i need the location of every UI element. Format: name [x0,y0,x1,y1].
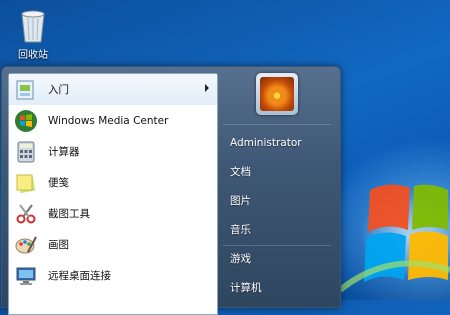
program-remote-desktop[interactable]: 远程桌面连接 [9,260,217,291]
recycle-bin[interactable]: 回收站 [10,8,56,61]
calculator-icon [13,139,39,165]
games-link[interactable]: 游戏 [230,247,340,276]
windows-flag-wallpaper [338,184,450,293]
media-center-icon [13,108,39,134]
user-name-link[interactable]: Administrator [230,131,340,160]
music-link[interactable]: 音乐 [230,218,340,247]
program-sticky-notes[interactable]: 便笺 [9,167,217,198]
program-label: 截图工具 [48,208,90,220]
program-getting-started[interactable]: 入门 [9,74,217,105]
program-label: 画图 [48,239,69,251]
program-calculator[interactable]: 计算器 [9,136,217,167]
start-menu: 入门 Windows Media Center 计算器 便笺 截图工具 画图 远… [1,66,341,315]
program-paint[interactable]: 画图 [9,229,217,260]
programs-list: 入门 Windows Media Center 计算器 便笺 截图工具 画图 远… [8,73,218,315]
program-snipping-tool[interactable]: 截图工具 [9,198,217,229]
computer-link[interactable]: 计算机 [230,276,340,305]
program-label: 入门 [48,84,69,96]
remote-desktop-icon [13,263,39,289]
program-label: Windows Media Center [48,114,169,127]
documents-link[interactable]: 文档 [230,160,340,189]
program-label: 便笺 [48,177,69,189]
right-links: Administrator 文档 图片 音乐 游戏 计算机 [230,131,340,305]
recycle-bin-label: 回收站 [18,50,48,61]
getting-started-icon [13,77,39,103]
recycle-bin-icon [21,10,45,43]
user-avatar[interactable] [256,73,298,115]
submenu-arrow-icon [205,84,209,92]
paint-icon [13,232,39,258]
divider [223,124,331,125]
flower-avatar-icon [260,77,294,111]
sticky-notes-icon [13,170,39,196]
snipping-tool-icon [13,201,39,227]
program-label: 远程桌面连接 [48,270,111,282]
program-windows-media-center[interactable]: Windows Media Center [9,105,217,136]
pictures-link[interactable]: 图片 [230,189,340,218]
divider [223,245,331,246]
program-label: 计算器 [48,146,80,158]
